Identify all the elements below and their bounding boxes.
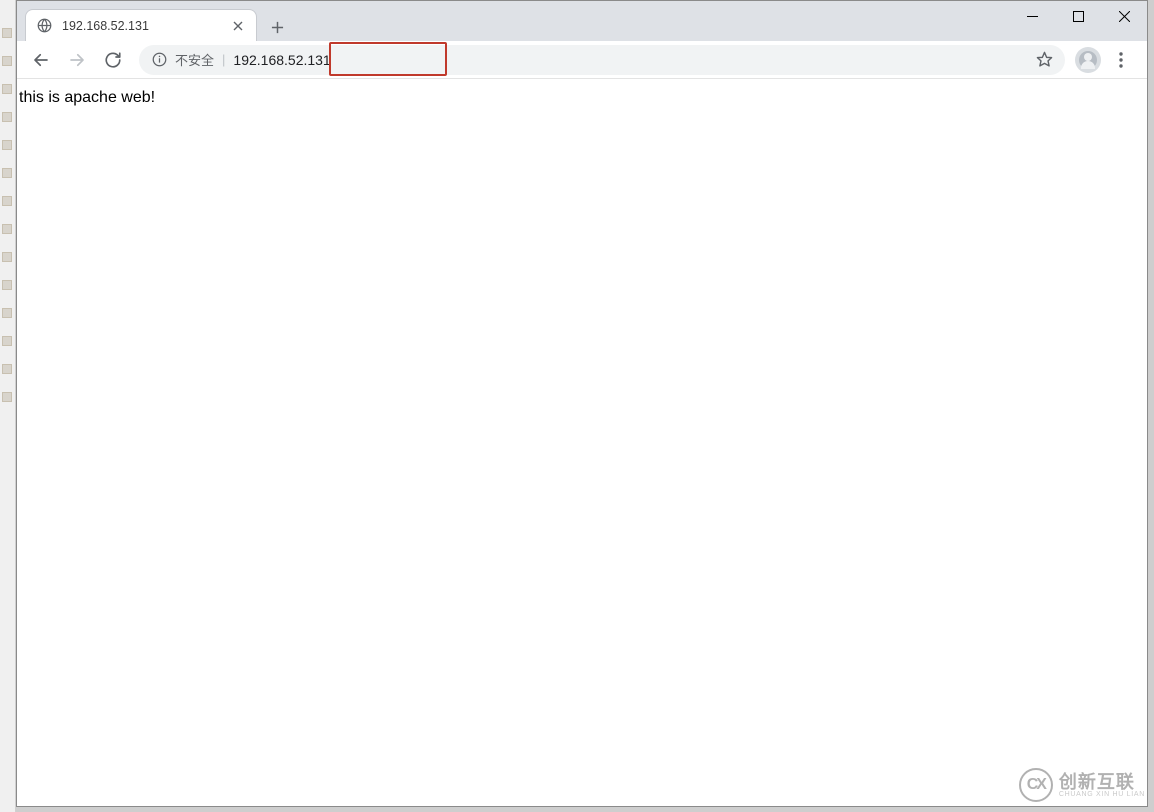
watermark: CX 创新互联 CHUANG XIN HU LIAN: [1019, 768, 1145, 802]
new-tab-button[interactable]: [263, 13, 291, 41]
toolbar: 不安全 | 192.168.52.131: [17, 41, 1147, 79]
background-strip-items: [2, 28, 14, 420]
tab-strip: 192.168.52.131: [17, 1, 291, 41]
profile-avatar-button[interactable]: [1075, 47, 1101, 73]
window-controls: [1009, 1, 1147, 31]
omnibox-divider: |: [222, 52, 225, 67]
tab-title: 192.168.52.131: [62, 19, 220, 33]
minimize-button[interactable]: [1009, 1, 1055, 31]
maximize-button[interactable]: [1055, 1, 1101, 31]
tab-active[interactable]: 192.168.52.131: [25, 9, 257, 41]
bookmark-star-icon[interactable]: [1035, 51, 1053, 69]
security-label[interactable]: 不安全: [175, 50, 214, 69]
url-text[interactable]: 192.168.52.131: [233, 52, 1027, 68]
avatar-icon: [1079, 51, 1097, 69]
titlebar[interactable]: 192.168.52.131: [17, 1, 1147, 41]
browser-window: 192.168.52.131: [16, 0, 1148, 807]
watermark-logo: CX: [1019, 768, 1053, 802]
close-tab-button[interactable]: [230, 18, 246, 34]
close-window-button[interactable]: [1101, 1, 1147, 31]
watermark-main: 创新互联: [1059, 773, 1145, 791]
forward-button[interactable]: [61, 45, 93, 75]
watermark-sub: CHUANG XIN HU LIAN: [1059, 791, 1145, 798]
back-button[interactable]: [25, 45, 57, 75]
menu-button[interactable]: [1107, 46, 1135, 74]
reload-button[interactable]: [97, 45, 129, 75]
globe-icon: [36, 18, 52, 34]
page-body-text: this is apache web!: [17, 89, 1147, 107]
toolbar-right: [1075, 46, 1139, 74]
background-app-strip: [0, 0, 16, 812]
info-icon[interactable]: [151, 52, 167, 68]
address-bar[interactable]: 不安全 | 192.168.52.131: [139, 45, 1065, 75]
page-viewport[interactable]: this is apache web! CX 创新互联 CHUANG XIN H…: [17, 79, 1147, 806]
